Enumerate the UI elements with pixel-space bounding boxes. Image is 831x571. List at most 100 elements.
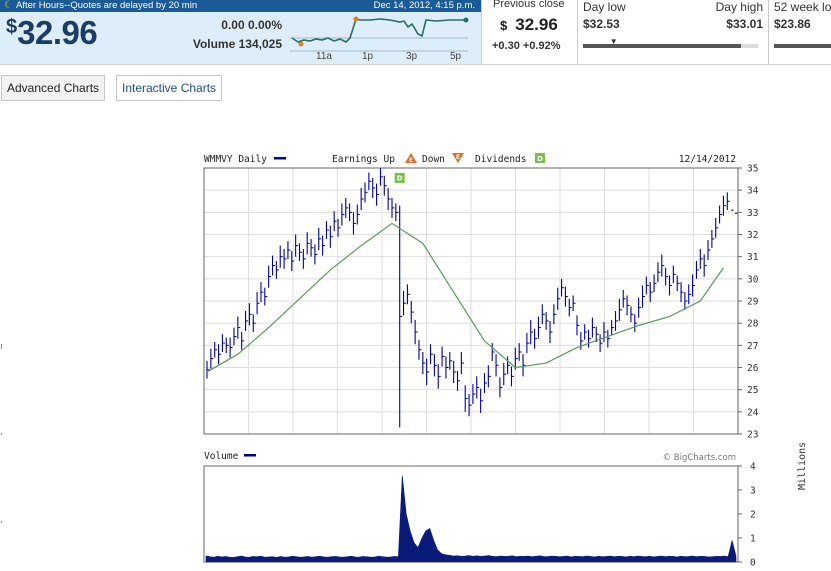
price-bar [244,310,249,331]
y-tick-label: 24 [747,407,759,418]
moon-icon: ☾ [4,0,13,11]
y-tick-label: 25 [747,385,758,396]
intraday-sparkline[interactable] [290,14,472,52]
scroll-marker [1,433,2,435]
price-bar [229,337,233,358]
price-bar [510,366,514,387]
price-bar [507,356,511,375]
spark-tick: 3p [406,51,418,62]
price-bar [241,332,245,350]
dividend-marker[interactable]: D [394,172,405,183]
last-price: $32.96 [6,14,98,52]
price-bar [726,192,730,211]
volume-axis-label: Millions [797,441,808,490]
price-chart[interactable]: 23 24 25 26 27 28 29 30 31 32 33 34 35 WMMVY Daily E… [200,150,775,442]
price-bar [564,286,568,307]
price-bar [268,265,272,288]
price-bar [429,344,434,365]
price-bar [237,316,241,339]
spark-high-dot [353,16,359,22]
price-bar [275,261,279,279]
price-bar [364,182,368,203]
price-bar [522,354,526,377]
chart-date: 12/14/2012 [679,154,736,165]
price-bar [453,360,457,384]
price-bar [302,248,306,269]
price-bar [476,376,480,399]
price-change: 0.00 0.00% [221,18,282,32]
price-bar [341,203,345,226]
day-low-value: $32.53 [583,17,620,31]
price-bar [329,225,333,248]
dividend-legend-glyph: D [537,155,543,163]
price-bar [719,205,723,224]
price-bar [549,320,553,344]
volume-area [205,475,737,563]
day-range-panel: Day low Day high $32.53 $33.01 ▼ [578,0,768,64]
price-bar [314,244,318,265]
y-tick-label: 32 [747,230,758,241]
price-bar [376,183,380,206]
previous-close-panel: Previous close $32.96 +0.30 +0.92% [482,0,577,64]
week52-label: 52 week low [774,0,831,14]
price-bar [711,230,715,248]
price-bar [310,238,314,257]
price-bar [295,234,299,257]
price-bar [252,314,256,333]
price-bar [680,282,684,303]
price-bar [603,322,607,343]
price-bar [499,377,503,398]
price-bar [383,175,387,196]
volume-swatch [244,454,256,457]
spark-tick: 11a [316,51,332,62]
price-bar [445,356,449,379]
volume-title: Volume [204,451,239,462]
price-bar [576,315,580,336]
price-bar [349,203,353,222]
volume-text: Volume 134,025 [192,37,282,51]
price-bar [441,346,445,367]
price-bar [514,347,518,370]
price-bar [333,211,337,232]
price-bar [306,232,310,255]
price-bar [622,289,626,308]
price-bar [495,354,499,377]
price-bar [626,295,630,316]
price-bar [387,187,391,211]
y-tick-label: 26 [747,363,759,374]
previous-close-change: +0.30 +0.92% [492,40,561,52]
price-bar [403,291,407,316]
advanced-charts-button[interactable]: Advanced Charts [1,75,106,101]
chart-title: WMMVY Daily [204,154,267,165]
price-bar [649,282,653,303]
spark-last-dot [463,17,469,23]
price-bar [584,324,588,340]
interactive-charts-link[interactable]: Interactive Charts [116,75,223,101]
y-tick-label: 33 [747,208,758,219]
y-tick-label: 28 [747,319,759,330]
price-bar [298,243,302,262]
price-bar [460,351,464,375]
price-bar [614,310,619,331]
price-bar [360,187,364,211]
price-bar [256,292,260,315]
spark-open-dot [298,41,304,47]
earnings-down-glyph: E [456,154,460,161]
price-bar [433,354,437,377]
volume-tick-label: 2 [750,510,756,521]
price-bar [279,245,283,268]
bigcharts-watermark: © BigCharts.com [663,453,736,463]
price-bar [422,351,426,375]
day-range-marker-icon: ▼ [609,37,618,46]
price-bar [526,333,530,354]
price-bar [472,384,476,405]
after-hours-text: After Hours--Quotes are delayed by 20 mi… [16,0,198,11]
price-bar [480,388,484,413]
price-bar [368,172,372,191]
price-bar [395,203,399,222]
price-bar [611,319,615,336]
price-bar [541,304,545,325]
volume-chart[interactable]: 0 1 2 3 4 Volume © BigCharts.com [200,448,775,566]
week52-low-value: $23.86 [774,17,811,31]
quote-timestamp: Dec 14, 2012, 4:15 p.m. [373,0,475,11]
